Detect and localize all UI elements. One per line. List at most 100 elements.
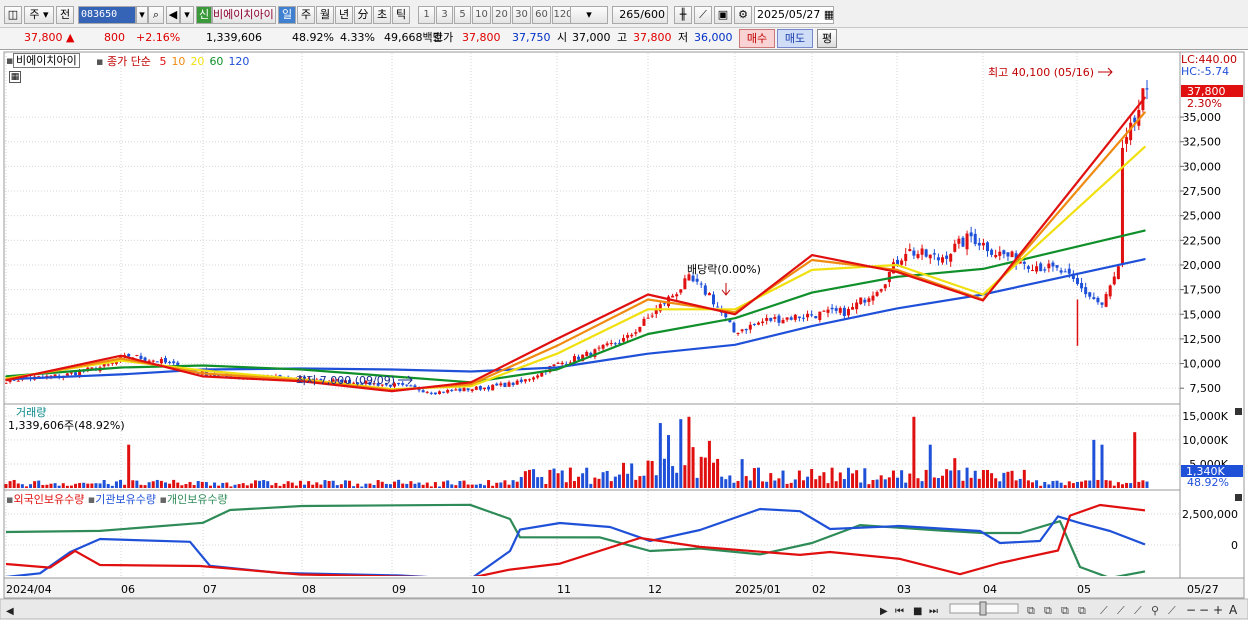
volume-bar [470,484,474,488]
ma-point-20 [647,308,649,311]
candle-body [482,387,486,390]
volume-bar [462,480,466,488]
candle-body [470,389,474,392]
volume-bar [380,481,384,488]
candle-body [732,322,736,333]
stock-code-dropdown-icon[interactable]: ▾ [136,6,148,24]
candle-body [740,329,744,332]
gear-icon[interactable]: ⚙ [734,6,752,24]
font-size-icon[interactable]: A [1229,603,1238,617]
volume-bar [352,486,356,488]
price-tick-label: 17,500 [1183,284,1222,297]
view-count-field[interactable]: 265/600 [612,6,668,24]
volume-bar [564,482,568,488]
volume-panel-close-icon[interactable] [1235,408,1242,415]
candle-body [642,318,646,326]
candle-body [744,328,748,331]
candle-body [953,243,957,252]
period-tab-3[interactable]: 년 [335,6,353,24]
draw-icon-3[interactable]: ⟋ [1134,604,1142,617]
candle-body [442,391,446,393]
interval-button-30[interactable]: 30 [512,6,531,24]
volume-bar [159,480,163,488]
volume-bar [1084,480,1088,488]
ma-legend-120: 120 [228,55,250,68]
volume-bar [785,483,789,488]
volume-bar [474,484,478,488]
interval-button-1[interactable]: 1 [418,6,435,24]
candle-body [867,298,871,303]
stop-icon[interactable]: ■ [913,606,922,617]
volume-bar [683,465,687,488]
period-tab-4[interactable]: 分 [354,6,372,24]
interval-button-3[interactable]: 3 [436,6,453,24]
draw-icon-2[interactable]: ⟋ [1117,604,1125,617]
more-dropdown-icon[interactable]: ▾ [180,6,194,24]
view-count: 265 [619,8,641,21]
period-tab-5[interactable]: 초 [373,6,391,24]
candle-body [139,355,143,359]
holder-tick-label: 0 [1231,539,1238,552]
interval-button-20[interactable]: 20 [492,6,511,24]
interval-button-10[interactable]: 10 [472,6,491,24]
layout-icon-2[interactable]: ⧉ [1044,604,1052,617]
period-tab-0[interactable]: 일 [278,6,296,24]
date-field[interactable]: 2025/05/27 ▦ [754,6,834,24]
layout-icon-4[interactable]: ⧉ [1078,604,1086,617]
candle-body [1047,263,1051,269]
market-type-select[interactable]: 주 ▾ [24,6,54,24]
volume-bar [883,479,887,488]
candle-body [1063,271,1067,273]
draw-tool-icon[interactable]: ⟋ [694,6,712,24]
scroll-left-icon[interactable]: ◀ [6,606,14,617]
period-tab-1[interactable]: 주 [297,6,315,24]
period-tab-2[interactable]: 월 [316,6,334,24]
calendar-icon[interactable]: ▦ [824,8,833,21]
draw-icon-5[interactable]: ⟋ [1168,604,1176,617]
stock-name-box[interactable]: 비에이치아이 [13,53,80,68]
candle-body [924,249,928,257]
candle-body [703,285,707,295]
zoom-in-icon[interactable]: + [1213,603,1223,617]
volume-bar [1030,482,1034,488]
ma-point-120 [896,307,898,310]
volume-bar [765,481,769,488]
volume-bar [147,482,151,488]
window-menu-icon[interactable]: ◫ [4,6,22,24]
candle-icon[interactable]: ╫ [674,6,692,24]
speaker-icon[interactable]: ◀ [166,6,180,24]
draw-icon-1[interactable]: ⟋ [1100,604,1108,617]
x-tick-label: 11 [557,583,571,596]
layout-icon-3[interactable]: ⧉ [1061,604,1069,617]
candle-body [1145,88,1149,90]
interval-button-5[interactable]: 5 [454,6,471,24]
buy-button[interactable]: 매수 [739,29,775,48]
stock-chart[interactable]: 35,000 32,500 30,000 27,500 25,000 22,500 20,0… [0,51,1248,621]
interval-custom-select[interactable]: ▾ [570,6,608,24]
interval-button-60[interactable]: 60 [532,6,551,24]
layout-icon-1[interactable]: ⧉ [1027,604,1035,617]
zoom-slider-handle[interactable] [979,601,987,616]
table-icon[interactable]: ▦ [9,71,21,83]
zoom-out-icon[interactable]: − [1186,603,1196,617]
ma-point-60 [647,333,649,335]
zoom-reset-icon[interactable]: − [1199,603,1209,617]
candle-body [842,307,846,316]
period-tab-6[interactable]: 틱 [392,6,410,24]
holder-panel-close-icon[interactable] [1235,494,1242,501]
scroll-right-icon[interactable]: ▶ [880,606,888,617]
average-button[interactable]: 평 [817,29,837,48]
ma-point-120 [647,352,649,355]
sell-button[interactable]: 매도 [777,29,813,48]
volume-bar [151,481,155,488]
search-icon[interactable]: ⌕ [148,6,164,24]
prev-button[interactable]: 전 [56,6,74,24]
first-page-icon[interactable]: ⏮ [895,606,904,617]
save-icon[interactable]: ▣ [714,6,732,24]
volume-bar [241,483,245,488]
draw-icon-4[interactable]: ⚲ [1151,604,1159,617]
stock-code-input[interactable]: 083650 [78,6,136,24]
volume-bar [638,476,642,488]
volume-bar [904,482,908,488]
last-page-icon[interactable]: ⏭ [929,606,938,617]
